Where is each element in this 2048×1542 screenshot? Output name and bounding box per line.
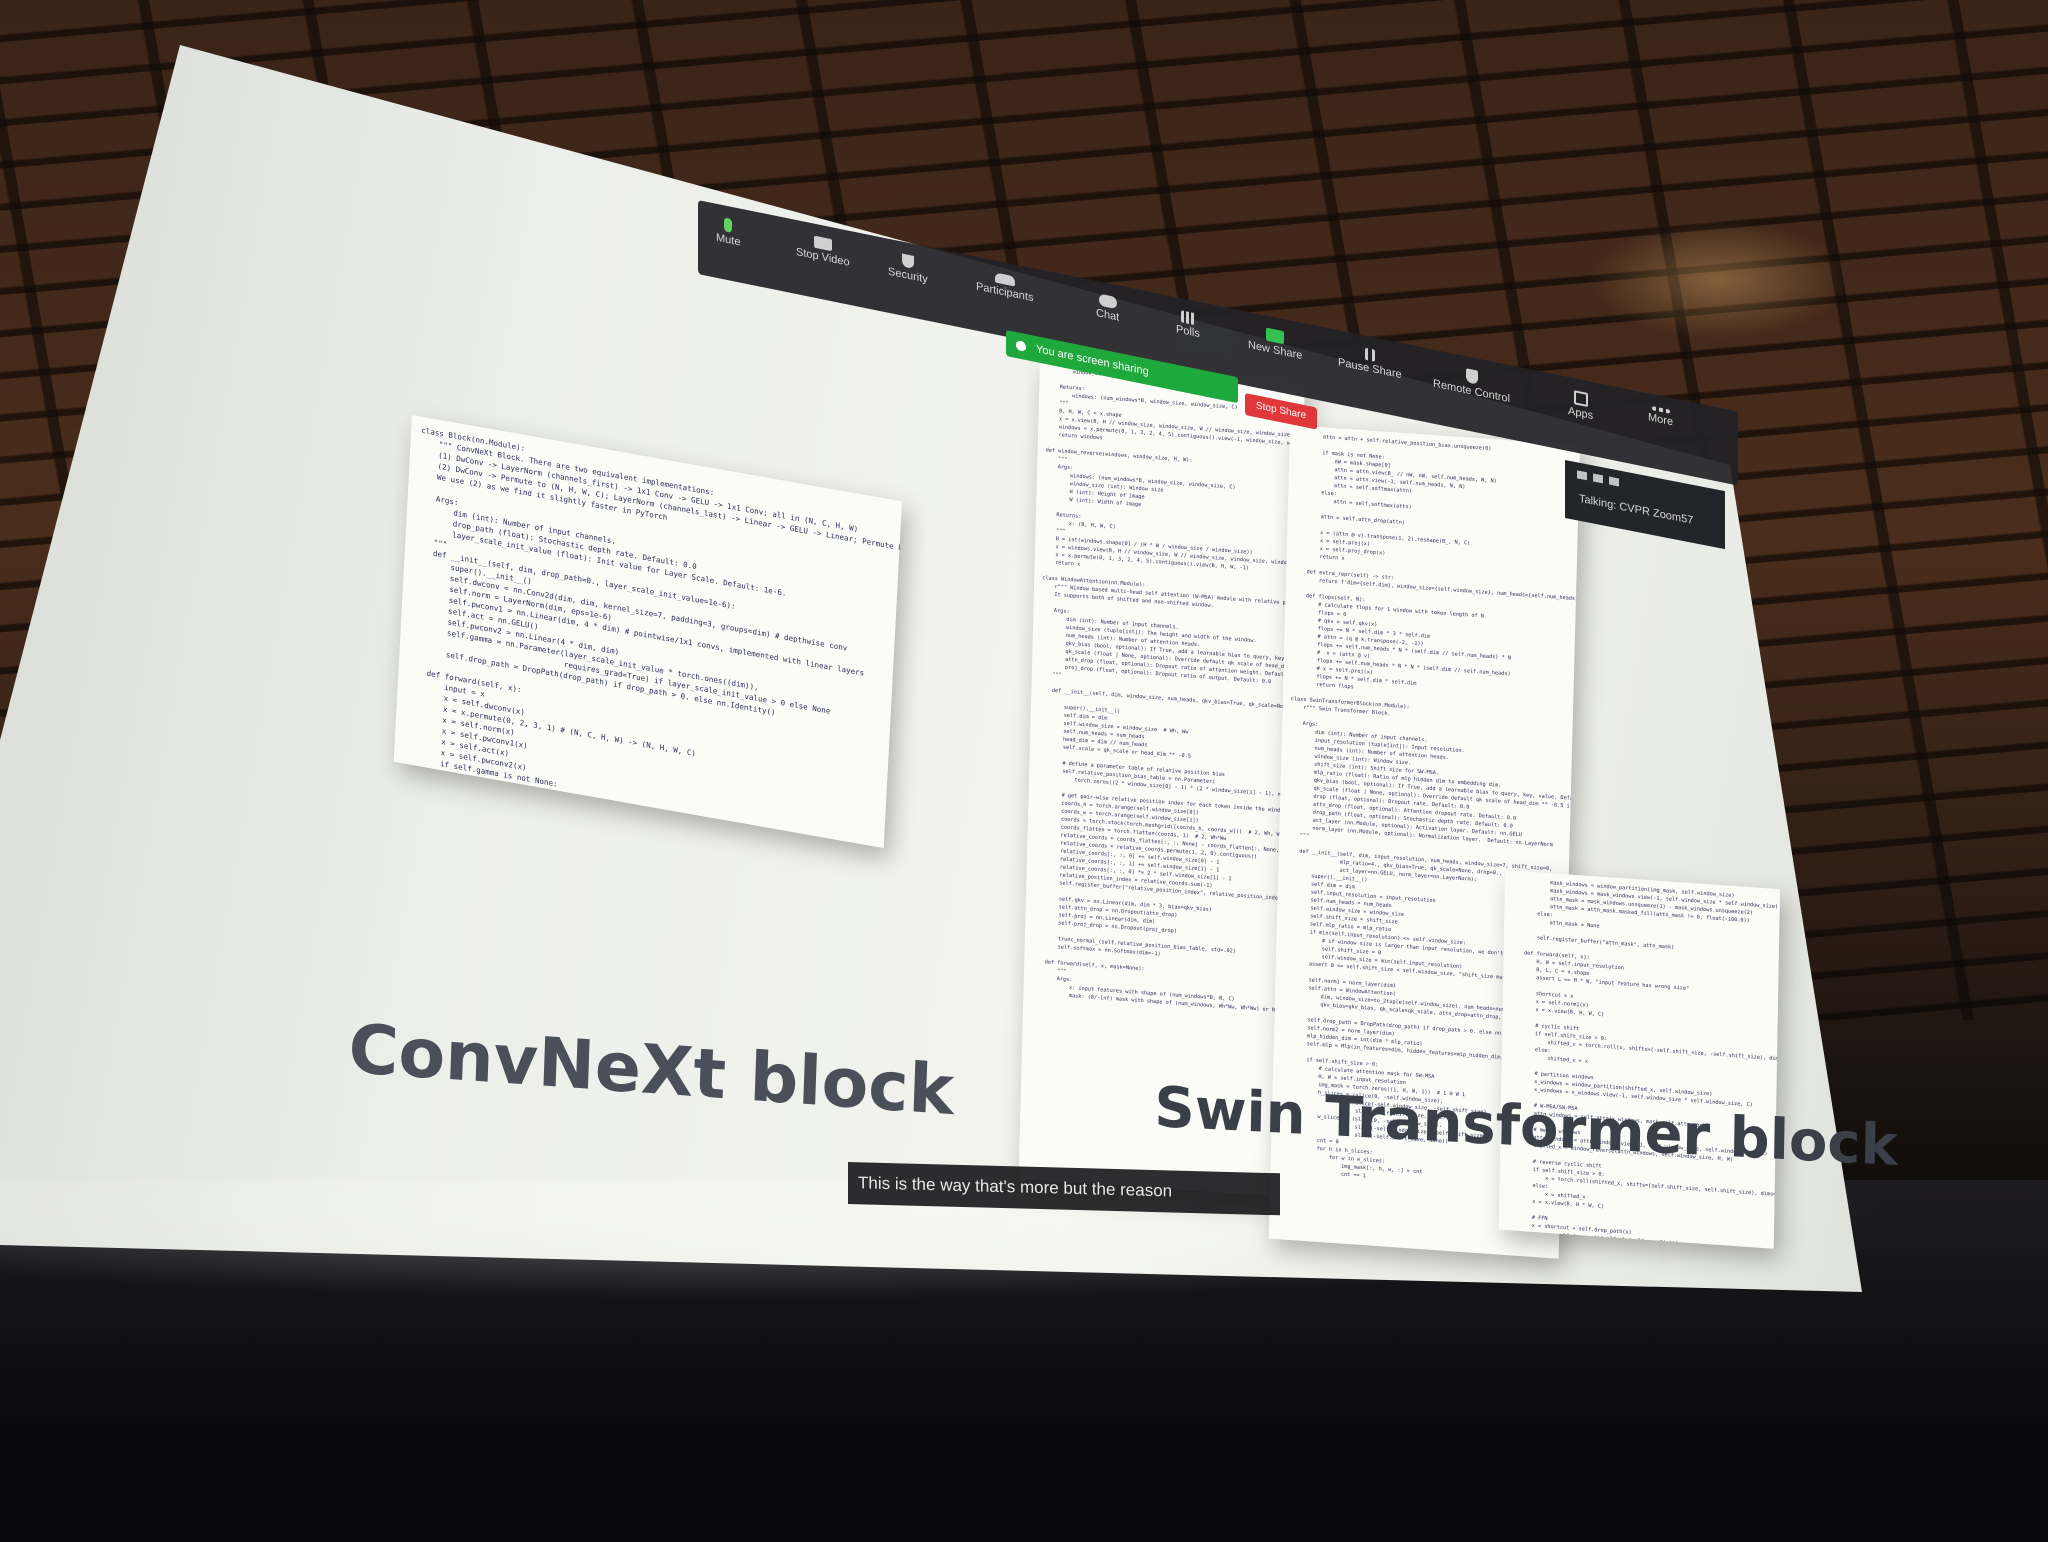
mouse-pointer-icon	[1465, 368, 1478, 385]
remote-control-button[interactable]: Remote Control	[1433, 362, 1510, 405]
shield-icon	[901, 253, 914, 269]
swin-code-1: window_size (int): window size Returns: …	[1031, 367, 1305, 1015]
stop-video-button[interactable]: Stop Video	[796, 232, 850, 269]
ceiling-lights	[1588, 220, 1848, 340]
polls-icon	[1180, 310, 1195, 326]
mute-button[interactable]: Mute	[716, 216, 740, 249]
more-label: More	[1648, 411, 1674, 429]
chat-label: Chat	[1096, 306, 1120, 324]
microphone-icon	[724, 217, 733, 233]
pause-icon	[1364, 347, 1375, 362]
new-share-button[interactable]: New Share	[1248, 324, 1302, 362]
mute-label: Mute	[716, 231, 741, 249]
apps-icon	[1573, 390, 1588, 407]
chat-button[interactable]: Chat	[1096, 293, 1119, 324]
polls-button[interactable]: Polls	[1176, 309, 1200, 340]
apps-button[interactable]: Apps	[1568, 389, 1593, 422]
pause-share-button[interactable]: Pause Share	[1338, 342, 1402, 381]
talking-label: Talking: CVPR Zoom57	[1579, 492, 1694, 527]
share-screen-icon	[1266, 327, 1285, 345]
sharing-status-icon	[1016, 340, 1026, 353]
security-button[interactable]: Security	[888, 251, 928, 286]
video-camera-icon	[813, 235, 832, 252]
gallery-view-icon[interactable]	[1609, 476, 1619, 487]
more-button[interactable]: More	[1648, 405, 1673, 428]
participants-button[interactable]: Participants	[976, 269, 1033, 304]
speaker-view-icon[interactable]	[1577, 470, 1587, 481]
apps-label: Apps	[1568, 405, 1594, 423]
security-label: Security	[888, 265, 928, 286]
polls-label: Polls	[1176, 323, 1200, 341]
view-layout-icons	[1577, 470, 1619, 487]
swin-code-column-3: mask_windows = window_partition(img_mask…	[1498, 870, 1780, 1249]
thumbnail-view-icon[interactable]	[1593, 473, 1603, 484]
swin-code-column-1: window_size (int): window size Returns: …	[1018, 360, 1305, 1198]
swin-code-3: mask_windows = window_partition(img_mask…	[1506, 877, 1780, 1249]
chat-bubble-icon	[1098, 293, 1117, 310]
